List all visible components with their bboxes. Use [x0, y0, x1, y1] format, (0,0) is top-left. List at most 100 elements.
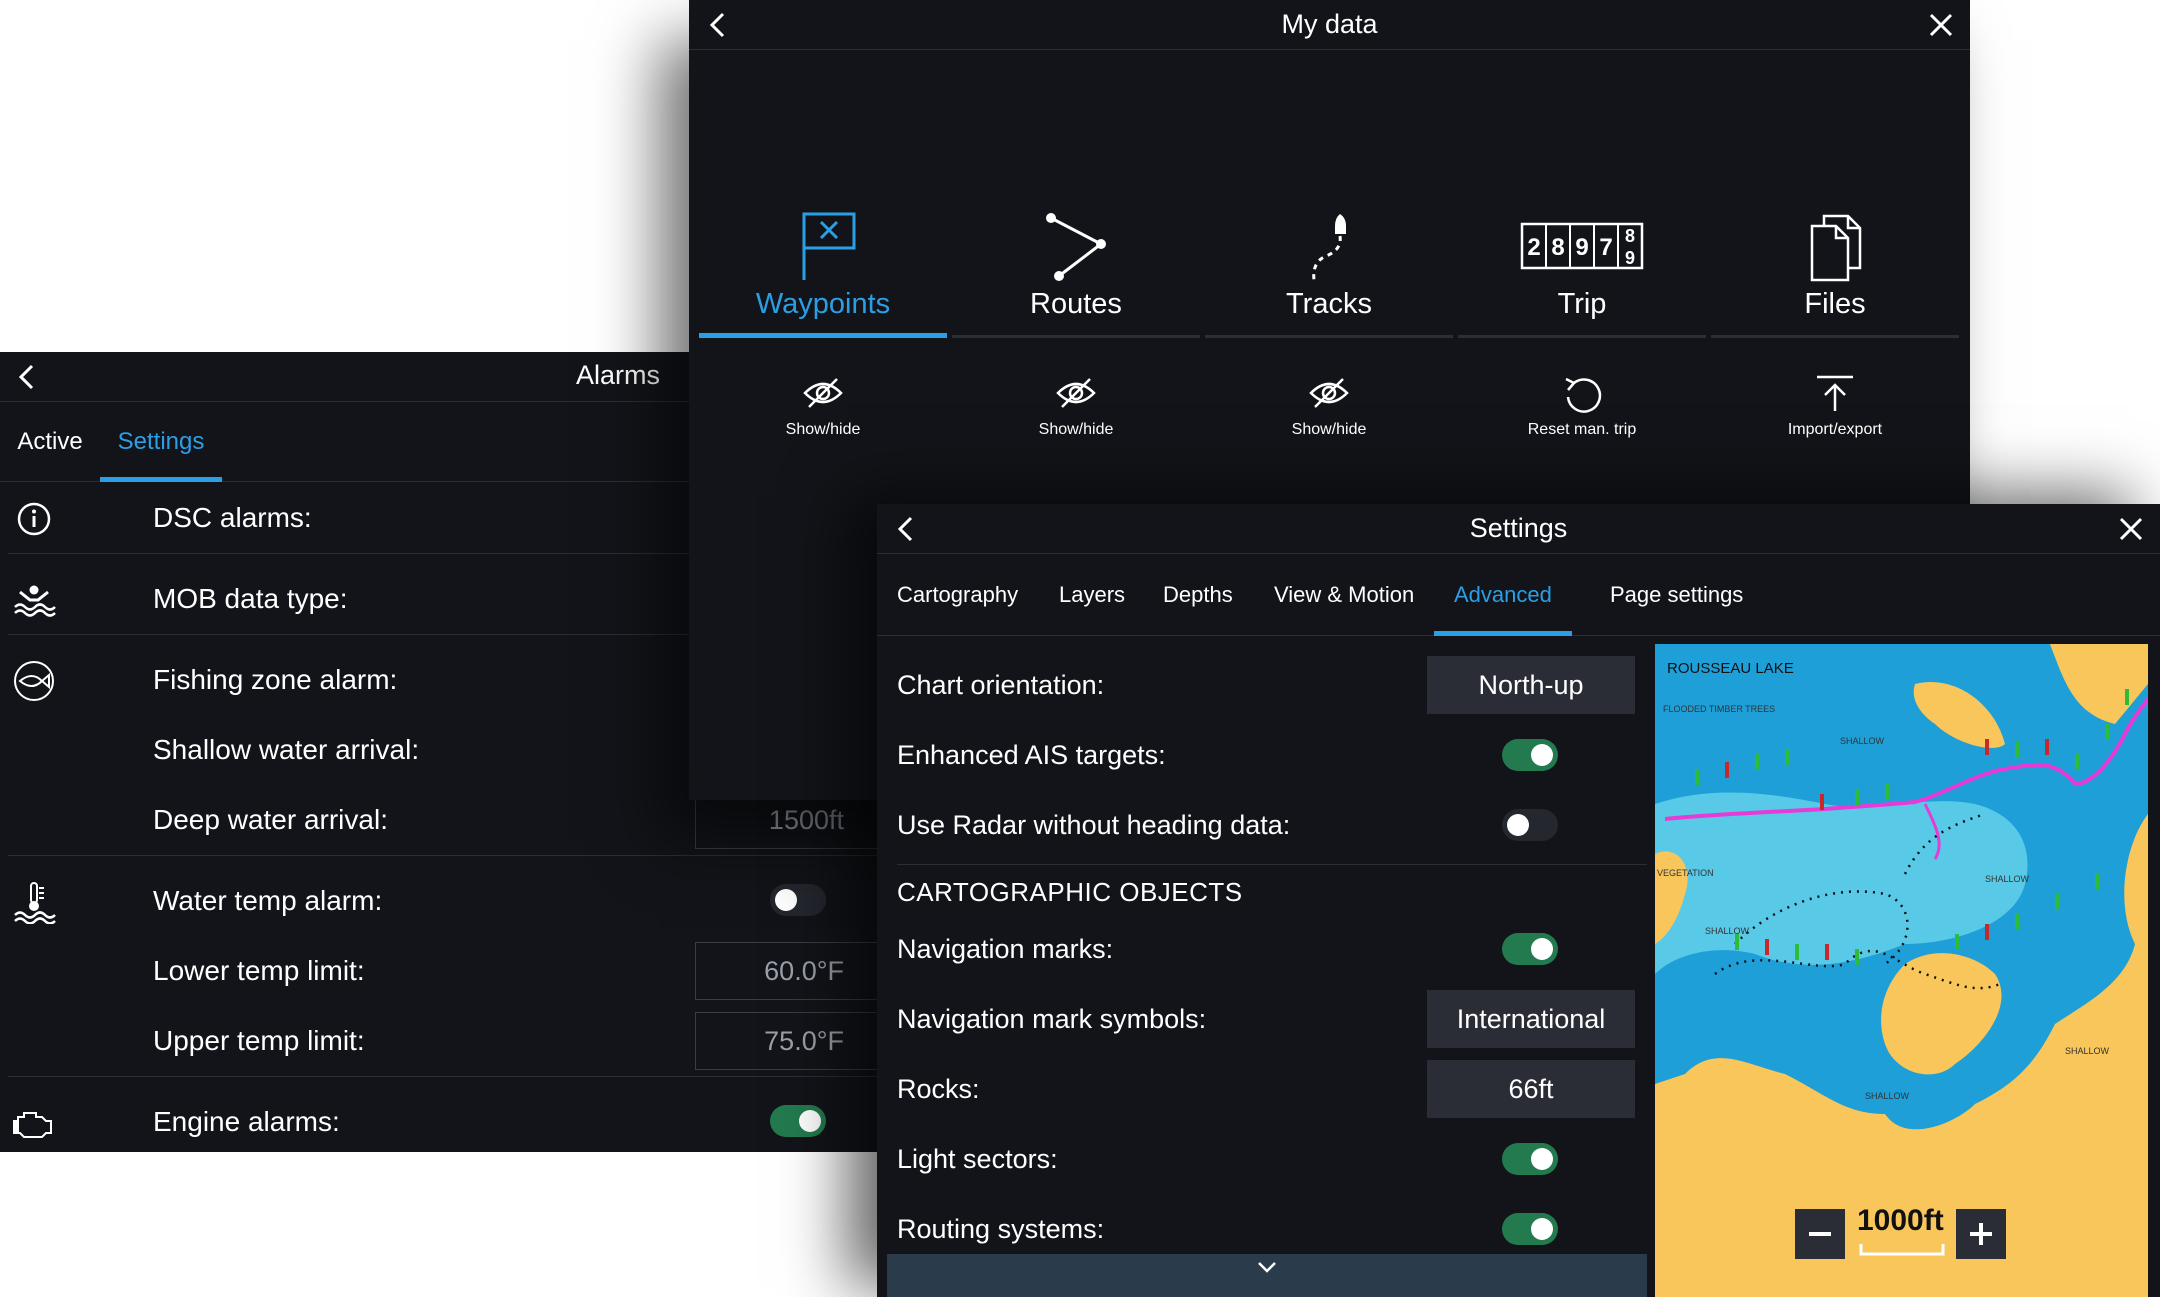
water-temp-alarm-toggle[interactable] — [770, 884, 826, 916]
waypoint-flag-icon — [802, 212, 856, 280]
close-button[interactable] — [2114, 512, 2148, 546]
tab-settings[interactable]: Settings — [100, 402, 222, 482]
trip-digit: 9 — [1625, 248, 1635, 268]
action-label: Reset man. trip — [1527, 421, 1637, 438]
upload-icon — [1817, 375, 1853, 411]
buoy-marker — [1820, 794, 1824, 810]
rocks-label: Rocks: — [897, 1074, 980, 1104]
routes-show-hide-button[interactable]: Show/hide — [952, 373, 1200, 445]
lower-temp-limit-value[interactable]: 60.0°F — [695, 942, 877, 1000]
my-data-header: My data — [689, 0, 1970, 50]
toggle-knob — [1531, 1148, 1553, 1170]
engine-alarms-toggle[interactable] — [770, 1105, 826, 1137]
navigation-marks-row[interactable]: Navigation marks: — [877, 914, 1647, 984]
tab-trip[interactable]: 2 8 9 7 8 9 Trip — [1458, 200, 1706, 338]
radar-without-heading-label: Use Radar without heading data: — [897, 810, 1291, 840]
tab-active[interactable]: Active — [0, 402, 100, 482]
rocks-value[interactable]: 66ft — [1427, 1060, 1635, 1118]
tab-view-motion[interactable]: View & Motion — [1254, 554, 1434, 636]
scale-bar — [1859, 1244, 1945, 1256]
back-button[interactable] — [10, 360, 44, 394]
trip-digit: 2 — [1527, 234, 1540, 261]
buoy-marker — [1785, 749, 1789, 765]
buoy-marker — [1985, 924, 1989, 940]
reset-icon — [1565, 377, 1602, 413]
zoom-out-button[interactable] — [1795, 1209, 1845, 1259]
chart-orientation-value[interactable]: North-up — [1427, 656, 1635, 714]
light-sectors-row[interactable]: Light sectors: — [877, 1124, 1647, 1194]
chart-map: ROUSSEAU LAKE FLOODED TIMBER TREES SHALL… — [1655, 644, 2148, 1297]
my-data-title: My data — [1281, 9, 1378, 39]
radar-without-heading-toggle[interactable] — [1502, 809, 1558, 841]
upper-temp-limit-value[interactable]: 75.0°F — [695, 1012, 877, 1070]
divider — [8, 1076, 877, 1077]
reset-manual-trip-button[interactable]: Reset man. trip — [1458, 373, 1706, 445]
deep-water-arrival-label: Deep water arrival: — [153, 804, 388, 835]
tab-trip-label: Trip — [1557, 288, 1607, 320]
cartographic-objects-heading: CARTOGRAPHIC OBJECTS — [897, 877, 1243, 907]
buoy-marker — [2015, 742, 2019, 758]
tracks-show-hide-button[interactable]: Show/hide — [1205, 373, 1453, 445]
dsc-alarms-label: DSC alarms: — [153, 502, 312, 533]
settings-tabs: Cartography Layers Depths View & Motion … — [877, 554, 2160, 636]
divider — [897, 864, 1647, 865]
navigation-mark-symbols-value[interactable]: International — [1427, 990, 1635, 1048]
enhanced-ais-toggle[interactable] — [1502, 739, 1558, 771]
tab-tracks[interactable]: Tracks — [1205, 200, 1453, 338]
tab-layers[interactable]: Layers — [1039, 554, 1145, 636]
fish-icon — [12, 659, 56, 703]
tab-depths[interactable]: Depths — [1143, 554, 1253, 636]
eye-hidden-icon — [1309, 378, 1349, 408]
shallow-water-arrival-label: Shallow water arrival: — [153, 734, 420, 765]
chevron-left-icon — [18, 364, 34, 390]
navigation-mark-symbols-row[interactable]: Navigation mark symbols: International — [877, 984, 1647, 1054]
import-export-button[interactable]: Import/export — [1711, 373, 1959, 445]
waypoints-show-hide-button[interactable]: Show/hide — [699, 373, 947, 445]
eye-hidden-icon — [1056, 378, 1096, 408]
navigation-marks-toggle[interactable] — [1502, 933, 1558, 965]
map-label-shallow: SHALLOW — [1705, 926, 1750, 936]
map-label-vegetation: VEGETATION — [1657, 868, 1714, 878]
scroll-down-button[interactable] — [887, 1254, 1647, 1297]
track-icon — [1312, 214, 1346, 281]
radar-without-heading-row[interactable]: Use Radar without heading data: — [877, 790, 1647, 860]
buoy-marker — [1825, 944, 1829, 960]
water-temperature-icon — [12, 880, 56, 925]
buoy-marker — [2105, 724, 2109, 740]
map-label-shallow: SHALLOW — [1840, 736, 1885, 746]
routing-systems-toggle[interactable] — [1502, 1213, 1558, 1245]
tab-routes[interactable]: Routes — [952, 200, 1200, 338]
navigation-mark-symbols-label: Navigation mark symbols: — [897, 1004, 1207, 1034]
trip-digit: 8 — [1625, 226, 1635, 246]
tab-waypoints[interactable]: Waypoints — [699, 200, 947, 338]
tab-cartography[interactable]: Cartography — [877, 554, 1038, 636]
trip-digit: 9 — [1575, 234, 1588, 261]
files-icon — [1810, 214, 1862, 282]
tab-tracks-label: Tracks — [1286, 288, 1372, 320]
chart-preview[interactable]: ROUSSEAU LAKE FLOODED TIMBER TREES SHALL… — [1655, 644, 2148, 1297]
buoy-marker — [2075, 754, 2079, 770]
action-label: Show/hide — [785, 421, 861, 438]
water-temp-alarm-row[interactable]: Water temp alarm: — [0, 866, 877, 936]
zoom-in-button[interactable] — [1956, 1209, 2006, 1259]
tab-page-settings[interactable]: Page settings — [1590, 554, 1763, 636]
buoy-marker — [1765, 939, 1769, 955]
tab-advanced[interactable]: Advanced — [1434, 554, 1572, 636]
route-icon — [1046, 213, 1106, 281]
chevron-down-icon — [1258, 1262, 1276, 1273]
close-button[interactable] — [1924, 8, 1958, 42]
action-label: Import/export — [1787, 421, 1883, 438]
engine-alarms-row[interactable]: Engine alarms: — [0, 1087, 877, 1152]
close-icon — [1929, 13, 1953, 37]
trip-counter-icon: 2 8 9 7 8 9 — [1520, 222, 1644, 270]
light-sectors-toggle[interactable] — [1502, 1143, 1558, 1175]
close-icon — [2119, 517, 2143, 541]
rocks-row[interactable]: Rocks: 66ft — [877, 1054, 1647, 1124]
engine-alarms-label: Engine alarms: — [153, 1106, 340, 1137]
buoy-marker — [2045, 739, 2049, 755]
tab-files[interactable]: Files — [1711, 200, 1959, 338]
map-label-lake: ROUSSEAU LAKE — [1667, 660, 1794, 677]
enhanced-ais-row[interactable]: Enhanced AIS targets: — [877, 720, 1647, 790]
trip-digit: 7 — [1599, 234, 1612, 261]
chart-orientation-row[interactable]: Chart orientation: North-up — [877, 650, 1647, 720]
